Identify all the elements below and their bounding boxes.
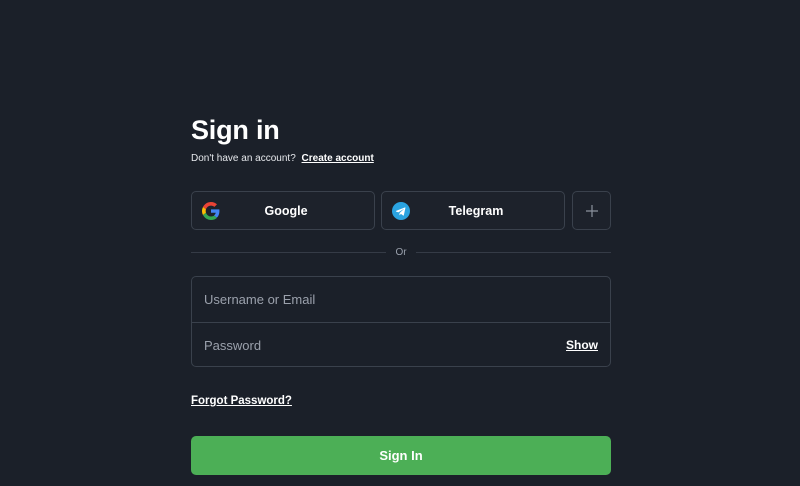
show-password-toggle[interactable]: Show (566, 338, 598, 352)
telegram-icon (392, 201, 410, 220)
credentials-fields: Show (191, 276, 611, 367)
google-label: Google (264, 203, 308, 218)
telegram-label: Telegram (448, 203, 504, 218)
password-field-wrapper: Show (192, 322, 610, 366)
username-field-wrapper (192, 277, 610, 322)
sign-in-panel: Sign in Don't have an account? Create ac… (191, 112, 612, 475)
no-account-prompt: Don't have an account? Create account (191, 152, 611, 166)
divider-line-right (415, 251, 612, 253)
forgot-password-link[interactable]: Forgot Password? (191, 395, 292, 407)
social-login-row: Google Telegram (191, 191, 611, 230)
page-title: Sign in (191, 115, 280, 145)
divider-line-left (191, 251, 387, 253)
telegram-login-button[interactable]: Telegram (381, 191, 565, 230)
password-input[interactable] (204, 337, 598, 353)
google-login-button[interactable]: Google (191, 191, 375, 230)
or-label: Or (395, 246, 407, 258)
more-login-options-button[interactable] (572, 191, 611, 230)
username-input[interactable] (204, 292, 598, 307)
or-divider: Or (191, 245, 612, 259)
create-account-link[interactable]: Create account (302, 153, 374, 164)
no-account-text: Don't have an account? (191, 153, 296, 164)
google-icon (202, 201, 220, 220)
plus-icon (585, 204, 598, 217)
sign-in-button[interactable]: Sign In (191, 436, 611, 475)
